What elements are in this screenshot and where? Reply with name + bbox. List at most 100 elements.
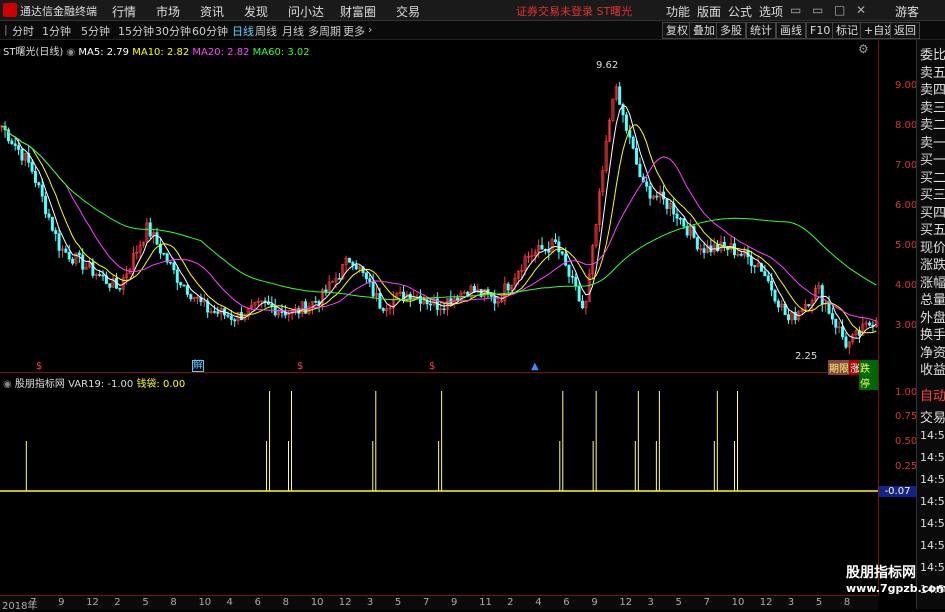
period-timeshare[interactable]: 分时: [12, 23, 34, 39]
app-logo-icon: [3, 3, 17, 17]
event-mark-5[interactable]: ▲: [531, 361, 539, 372]
candle-body: [807, 304, 811, 307]
period-60min[interactable]: 60分钟: [192, 23, 228, 39]
btn-f10[interactable]: F10: [806, 22, 835, 39]
close-icon[interactable]: ✕: [856, 3, 866, 17]
menu-bar: 通达信金融终端 行情 市场 资讯 发现 问小达 财富圈 交易 证券交易未登录 S…: [0, 0, 945, 21]
candle-body: [20, 149, 24, 161]
btn-overlay[interactable]: 叠加: [689, 22, 719, 39]
menu-wealth[interactable]: 财富圈: [340, 3, 376, 20]
candle-body: [239, 312, 243, 321]
axis-tick: 9.00: [895, 80, 918, 91]
btn-mark[interactable]: 标记: [832, 22, 862, 39]
candle-body: [675, 213, 679, 219]
side-label: 外盘: [920, 310, 945, 326]
btn-draw[interactable]: 画线: [776, 22, 806, 39]
side-label[interactable]: 交易: [920, 407, 945, 426]
minimize-icon[interactable]: ▭: [790, 3, 801, 17]
period-multi[interactable]: 多周期: [308, 23, 341, 39]
side-label: 买四: [920, 205, 945, 221]
date-tick: 7: [30, 597, 37, 608]
period-5min[interactable]: 5分钟: [81, 23, 110, 39]
date-tick: 7: [422, 597, 430, 608]
period-more[interactable]: 更多: [343, 23, 365, 39]
window-icon[interactable]: ▭: [812, 3, 823, 17]
event-mark-4[interactable]: $: [429, 361, 435, 372]
side-label: 卖四: [920, 83, 945, 98]
menu-discover[interactable]: 发现: [244, 3, 268, 20]
candle-body: [47, 213, 51, 218]
side-label: 委比: [920, 48, 945, 63]
date-tick: 3: [787, 597, 795, 608]
candle-body: [570, 276, 574, 278]
btn-back[interactable]: 返回: [890, 22, 920, 39]
candle-body: [624, 114, 628, 131]
candle-body: [364, 272, 368, 280]
period-15min[interactable]: 15分钟: [118, 23, 154, 39]
event-mark-1[interactable]: $: [36, 361, 42, 372]
period-weekly[interactable]: 周线: [255, 23, 277, 39]
max-icon[interactable]: □: [834, 3, 845, 17]
indicator-chart[interactable]: ◉ 股朋指标网 VAR19: -1.00 钱袋: 0.00: [0, 373, 878, 595]
date-tick: 8: [170, 597, 177, 608]
menu-market[interactable]: 市场: [156, 3, 180, 20]
btn-multistock[interactable]: 多股: [716, 22, 746, 39]
axis-tick: 5.00: [895, 240, 918, 251]
candle-body: [506, 283, 510, 291]
candle-body: [581, 300, 585, 309]
candle-body: [456, 297, 460, 301]
guest-label[interactable]: 游客: [895, 3, 919, 20]
candle-body: [381, 308, 385, 311]
date-tick: 5: [394, 597, 402, 608]
date-tick: 12: [86, 597, 99, 608]
side-label: 卖二: [920, 118, 945, 133]
btn-adjust[interactable]: 复权: [662, 22, 692, 39]
period-monthly[interactable]: 月线: [282, 23, 304, 39]
candle-body: [54, 230, 58, 234]
candle-body: [108, 283, 112, 288]
date-tick: 8: [843, 597, 851, 608]
candle-body: [337, 278, 341, 280]
period-30min[interactable]: 30分钟: [155, 23, 191, 39]
candle-body: [155, 232, 159, 245]
candle-body: [631, 136, 635, 149]
candle-body: [648, 186, 652, 199]
toolbar-handle-icon: |: [4, 23, 8, 36]
candle-body: [773, 289, 777, 302]
period-1min[interactable]: 1分钟: [42, 23, 71, 39]
menu-quotes[interactable]: 行情: [112, 3, 136, 20]
period-toolbar: | 分时 1分钟 5分钟 15分钟 30分钟 60分钟 日线 周线 月线 多周期…: [0, 21, 945, 40]
candle-body: [702, 248, 706, 253]
menu-trade[interactable]: 交易: [396, 3, 420, 20]
date-tick: 4: [535, 597, 542, 608]
menu-function[interactable]: 功能: [666, 3, 690, 20]
candle-body: [678, 218, 682, 220]
menu-news[interactable]: 资讯: [200, 3, 224, 20]
date-tick: 5: [815, 597, 823, 608]
candle-body: [787, 314, 790, 321]
menu-formula[interactable]: 公式: [728, 3, 752, 20]
btn-stats[interactable]: 统计: [746, 22, 776, 39]
candle-body: [371, 281, 375, 297]
candle-body: [770, 280, 774, 291]
event-mark-2[interactable]: 解: [192, 360, 204, 372]
tick-time: 14:56: [920, 429, 945, 442]
chevron-right-icon[interactable]: ›: [368, 23, 372, 36]
menu-wenxiaoda[interactable]: 问小达: [288, 3, 324, 20]
candle-body: [564, 253, 568, 266]
date-tick: 4: [226, 597, 233, 608]
candle-body: [820, 285, 824, 305]
main-kline-chart[interactable]: ST曙光(日线) ◉ MA5: 2.79 MA10: 2.82 MA20: 2.…: [0, 40, 878, 390]
candle-body: [280, 311, 284, 313]
date-tick: 12: [759, 597, 773, 608]
candle-body: [695, 237, 699, 250]
menu-layout[interactable]: 版面: [697, 3, 721, 20]
side-label: 卖三: [920, 100, 945, 116]
candle-body: [348, 257, 351, 263]
candle-body: [185, 285, 189, 295]
event-mark-3[interactable]: $: [297, 361, 303, 372]
candle-body: [635, 148, 639, 165]
period-daily[interactable]: 日线: [232, 23, 254, 39]
side-label[interactable]: 自动: [920, 385, 945, 404]
menu-options[interactable]: 选项: [759, 3, 783, 20]
